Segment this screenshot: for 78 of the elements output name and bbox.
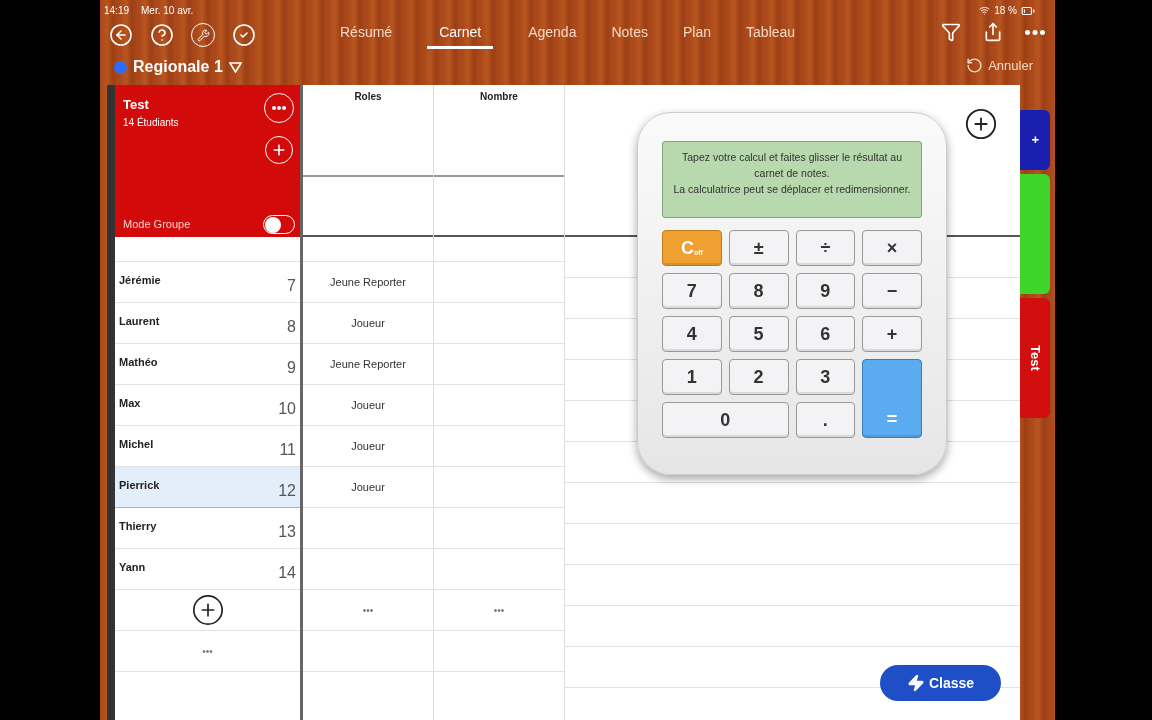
student-name: Jérémie (119, 273, 161, 288)
column-more-button[interactable]: ••• (493, 602, 505, 618)
calculator-key[interactable]: 1 (662, 359, 722, 395)
table-cell-text: Jeune Reporter (330, 275, 406, 290)
side-tab[interactable]: + (1020, 110, 1050, 170)
calculator-key[interactable]: 8 (728, 273, 789, 309)
back-button[interactable] (109, 23, 133, 47)
student-number: 8 (287, 317, 296, 337)
share-button[interactable] (983, 22, 1003, 42)
nav-tab[interactable]: Tableau (746, 22, 796, 49)
dropdown-triangle-icon (228, 61, 242, 73)
check-button[interactable] (232, 23, 256, 47)
nav-tab[interactable]: Carnet (427, 22, 494, 49)
student-name: Pierrick (119, 478, 160, 493)
lightning-icon (906, 674, 925, 692)
table-cell-text: Joueur (351, 398, 385, 413)
battery-percentage: 18 % (994, 4, 1017, 18)
student-name: Michel (119, 437, 154, 452)
calculator-key[interactable]: 2 (728, 359, 789, 395)
ellipsis-icon (1025, 29, 1045, 35)
nav-tab[interactable]: Notes (611, 22, 649, 49)
student-name: Max (119, 396, 141, 411)
calculator-key[interactable]: + (862, 316, 922, 352)
ellipsis-icon (272, 106, 286, 110)
calculator[interactable]: Tapez votre calcul et faites glisser le résultat au carnet de notes. La calculatrice peut se déplacer et redimensionner. C$_{off}$ ± ÷ × 7 8 9 − 4 5 6 + 1 2 3 0 . = (637, 112, 947, 475)
table-cell-text: Joueur (351, 316, 385, 331)
student-name: Yann (119, 560, 146, 575)
student-number: 12 (278, 481, 296, 501)
wifi-icon (979, 5, 991, 16)
calculator-key[interactable]: ÷ (795, 230, 856, 266)
calculator-key[interactable]: ± (728, 230, 789, 266)
column-header[interactable]: Roles (354, 89, 382, 175)
nav-tab[interactable]: Plan (683, 22, 712, 49)
nav-tab[interactable]: Agenda (528, 22, 577, 49)
group-subtitle: 14 Étudiants (123, 115, 179, 130)
column-more-button[interactable]: ••• (362, 602, 374, 618)
add-button[interactable] (190, 593, 225, 627)
plus-icon (271, 142, 287, 158)
calculator-key[interactable]: 4 (662, 316, 722, 352)
student-number: 14 (278, 563, 296, 583)
calculator-key[interactable]: × (862, 230, 922, 266)
undo-icon (966, 57, 984, 75)
student-number: 13 (278, 522, 296, 542)
more-dots-button[interactable]: ••• (202, 643, 213, 659)
student-number: 7 (287, 276, 296, 296)
calculator-key[interactable]: − (862, 273, 922, 309)
student-name: Thierry (119, 519, 157, 534)
student-number: 9 (287, 358, 296, 378)
table-cell-text: Joueur (351, 480, 385, 495)
calculator-key[interactable]: 3 (795, 359, 856, 395)
group-title: Test (123, 96, 149, 114)
table-cell-text: Jeune Reporter (330, 357, 406, 372)
calculator-display: Tapez votre calcul et faites glisser le résultat au carnet de notes. La calculatrice peut se déplacer et redimensionner. (662, 141, 922, 218)
column-header[interactable]: Nombre (480, 89, 518, 175)
student-number: 10 (278, 399, 296, 419)
nav-tab[interactable]: Résumé (340, 22, 393, 49)
table-cell-text: Joueur (351, 439, 385, 454)
student-name: Laurent (119, 314, 160, 329)
student-name: Mathéo (119, 355, 158, 370)
calculator-key[interactable]: 7 (662, 273, 722, 309)
status-time: 14:19 (104, 4, 130, 18)
calculator-key[interactable]: 5 (728, 316, 789, 352)
side-tab[interactable]: Test (1020, 298, 1050, 418)
help-button[interactable] (150, 23, 174, 47)
calculator-key[interactable]: 0 (662, 402, 789, 438)
student-number: 11 (279, 440, 296, 460)
calculator-key[interactable]: 6 (795, 316, 856, 352)
class-selector[interactable]: Regionale 1 (133, 55, 242, 79)
student-row[interactable]: Pierrick 12 (115, 467, 300, 508)
calculator-key[interactable]: . (795, 402, 856, 438)
mode-group-label: Mode Groupe (123, 216, 191, 232)
undo-button[interactable]: Annuler (966, 56, 1033, 76)
wrench-icon (196, 28, 210, 42)
status-date: Mer. 10 avr. (141, 4, 194, 18)
calculator-key[interactable]: 9 (795, 273, 856, 309)
filter-button[interactable] (941, 22, 961, 42)
classe-button[interactable]: Classe (880, 665, 1001, 701)
add-column-button[interactable] (964, 107, 998, 141)
